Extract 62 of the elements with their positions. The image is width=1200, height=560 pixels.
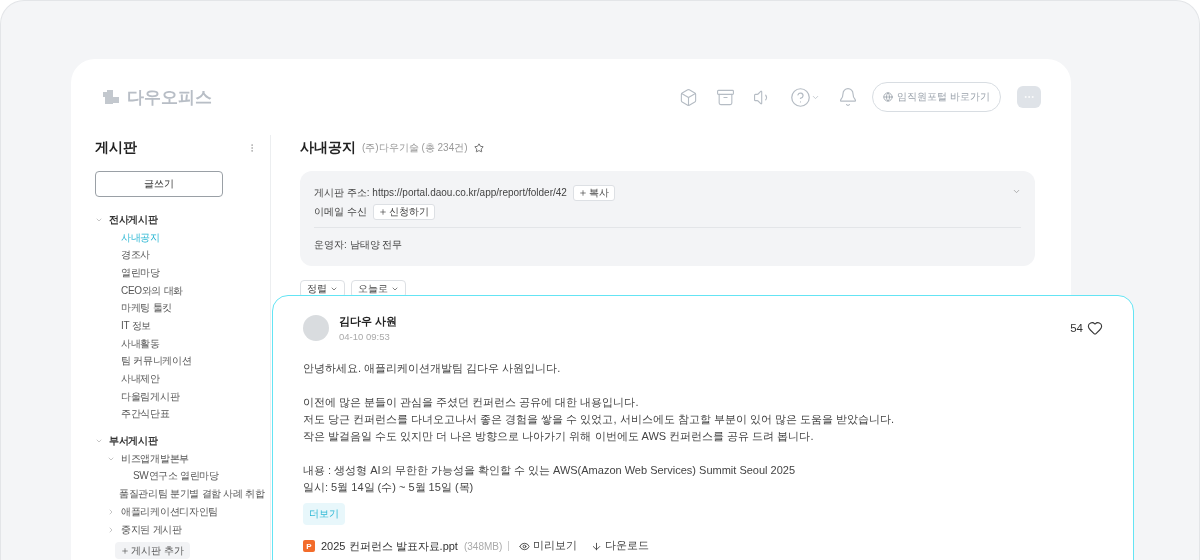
more-button[interactable] (1017, 86, 1041, 108)
logo-text: 다우오피스 (127, 86, 212, 109)
sidebar-item[interactable]: 품질관리팀 분기별 결함 사례 취합 (119, 487, 265, 502)
sidebar-title: 게시판 (95, 139, 137, 157)
sidebar-item[interactable]: SW연구소 열린마당 (133, 469, 219, 484)
bell-icon[interactable] (838, 87, 859, 107)
eye-icon (519, 540, 531, 552)
sidebar-item[interactable]: 애플리케이션디자인팀 (121, 504, 218, 519)
attachment-size: (348MB) (463, 540, 503, 552)
plus-icon (378, 207, 387, 216)
sidebar-item[interactable]: 중지된 게시판 (121, 522, 182, 537)
subscribe-button[interactable]: 신청하기 (372, 203, 435, 220)
plus-icon (578, 188, 587, 197)
copy-button[interactable]: 복사 (572, 184, 615, 201)
caret-icon (330, 285, 338, 293)
chevron-down-icon[interactable] (1012, 187, 1021, 196)
add-board-button[interactable]: 게시판 추가 (115, 542, 190, 560)
sidebar-item[interactable]: 주간식단표 (121, 407, 170, 422)
heart-icon[interactable] (1087, 320, 1103, 336)
avatar (303, 315, 329, 341)
chevron-icon[interactable] (107, 525, 115, 534)
sidebar-item[interactable]: 비즈앱개발본부 (121, 451, 189, 466)
post-text: 안녕하세요. 애플리케이션개발팀 김다우 사원입니다. (303, 361, 562, 376)
post-text: 작은 발걸음일 수도 있지만 더 나은 방향으로 나아가기 위해 이번에도 AWS 컨퍼런스를 공유 드려 봅니다. (303, 429, 815, 444)
sidebar-item[interactable]: IT 정보 (121, 318, 151, 333)
sidebar-item[interactable]: 열린마당 (121, 265, 160, 280)
board-subtitle: (주)다우기술 (총 234건) (362, 141, 468, 155)
box-icon[interactable] (679, 87, 699, 107)
sidebar-item[interactable]: 팀 커뮤니케이션 (121, 354, 192, 369)
sidebar-item[interactable]: 부서게시판 (109, 434, 158, 449)
post-text: 이전에 많은 분들이 관심을 주셨던 컨퍼런스 공유에 대한 내용입니다. (303, 395, 640, 410)
chevron-icon[interactable] (107, 507, 115, 516)
globe-icon (883, 92, 894, 102)
ppt-file-icon: P (303, 540, 315, 552)
caret-icon (391, 285, 399, 293)
author-name: 김다우 사원 (339, 314, 399, 329)
post-text: 내용 : 생성형 AI의 무한한 가능성을 확인할 수 있는 AWS(Amazon Web Services) Summit Seoul 2025 (303, 463, 797, 478)
sidebar-item[interactable]: 사내활동 (121, 336, 160, 351)
post-time: 04-10 09:53 (339, 331, 391, 342)
board-address: 게시판 주소: https://portal.daou.co.kr/app/report/folder/42 (314, 185, 567, 200)
sidebar-item[interactable]: 경조사 (121, 248, 151, 263)
post-text: 저도 당근 컨퍼런스를 다녀오고나서 좋은 경험을 쌓을 수 있었고, 서비스에도 참고할 부분이 있어 많은 도움을 받았습니다. (303, 412, 895, 427)
email-label: 이메일 수신 (314, 204, 367, 219)
post-text: 일시: 5월 14일 (수) ~ 5월 15일 (목) (303, 480, 475, 495)
write-button[interactable]: 글쓰기 (95, 171, 223, 197)
plus-icon (121, 546, 129, 555)
sidebar-item[interactable]: 사내제안 (121, 372, 160, 387)
logo-icon (101, 88, 121, 106)
sidebar-item[interactable]: 마케팅 툴킷 (121, 301, 172, 316)
sidebar-item[interactable]: 전사게시판 (109, 212, 158, 227)
archive-icon[interactable] (716, 87, 736, 107)
operator-text: 운영자: 남태양 전무 (314, 237, 403, 252)
help-icon[interactable] (790, 86, 821, 108)
like-count: 54 (1070, 322, 1083, 334)
attachment-name[interactable]: 2025 컨퍼런스 발표자료.ppt (321, 538, 458, 554)
download-link[interactable]: 다운로드 (587, 539, 654, 553)
board-title: 사내공지 (300, 139, 356, 157)
star-icon[interactable] (473, 143, 484, 153)
download-icon (591, 540, 603, 552)
preview-link[interactable]: 미리보기 (515, 539, 582, 553)
sidebar-item[interactable]: CEO와의 대화 (121, 283, 184, 298)
sidebar-item[interactable]: 다울림게시판 (121, 389, 180, 404)
